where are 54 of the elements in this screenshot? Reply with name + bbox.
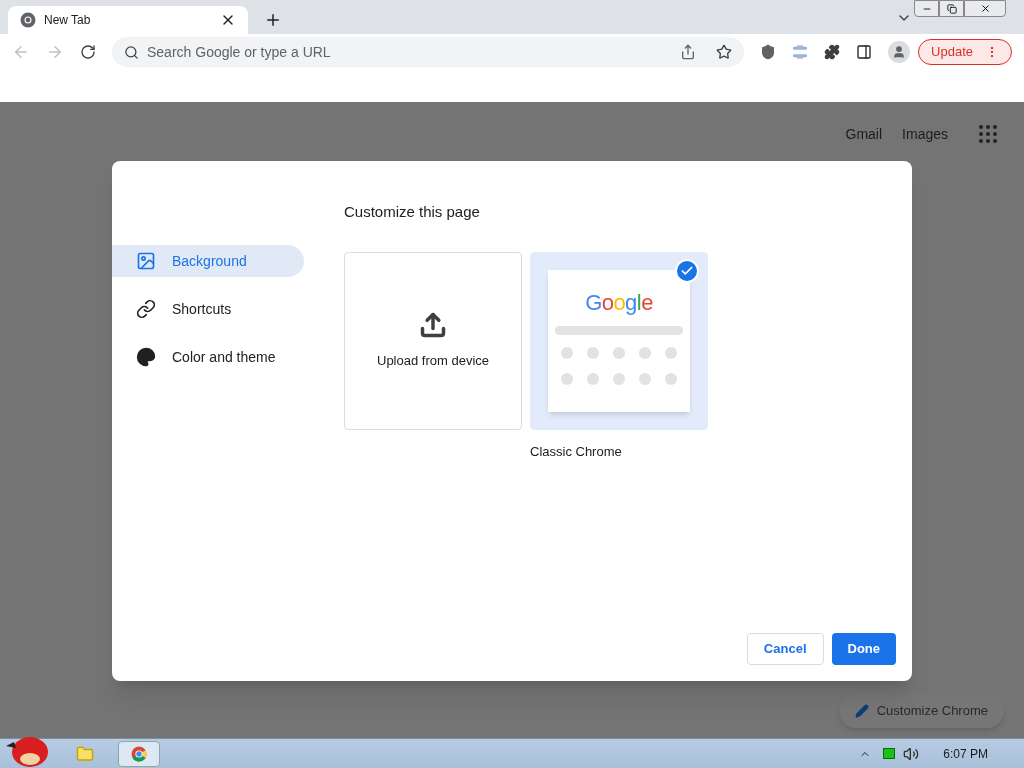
restore-icon — [946, 3, 957, 14]
upload-icon — [419, 310, 447, 339]
tile-label: Upload from device — [377, 351, 489, 370]
apps-icon[interactable] — [976, 122, 1000, 146]
volume-icon[interactable] — [903, 745, 920, 762]
search-icon — [124, 44, 139, 60]
chrome-icon — [20, 12, 36, 28]
pencil-icon — [854, 704, 869, 718]
shortcut-placeholder — [665, 372, 677, 385]
header-link[interactable]: Gmail — [845, 123, 883, 145]
theme-tile[interactable]: Google — [530, 251, 708, 430]
browser-tab[interactable]: New Tab — [8, 6, 248, 34]
link-icon — [136, 299, 156, 319]
side-panel-icon[interactable] — [856, 44, 873, 60]
menu-item[interactable]: Shortcuts — [112, 293, 304, 325]
shortcut-placeholder — [613, 346, 625, 359]
extensions-icon[interactable] — [824, 44, 841, 60]
shortcut-placeholder — [561, 346, 573, 359]
google-logo: Google — [585, 291, 653, 314]
shortcut-placeholder — [665, 346, 677, 359]
shortcut-placeholder — [639, 346, 651, 359]
shortcut-placeholder — [587, 346, 599, 359]
reload-icon[interactable] — [80, 44, 96, 60]
menu-item[interactable]: Background — [112, 245, 304, 277]
share-icon[interactable] — [680, 44, 697, 60]
image-icon — [136, 251, 156, 271]
done-button[interactable]: Done — [831, 633, 896, 665]
shortcut-placeholder — [613, 372, 625, 385]
clock[interactable]: 6:07 PM — [943, 744, 988, 763]
address-input[interactable]: Search Google or type a URL — [147, 41, 673, 63]
check-icon — [675, 258, 699, 283]
shield-icon[interactable] — [760, 44, 777, 60]
restore-button[interactable] — [939, 0, 964, 17]
address-bar[interactable]: Search Google or type a URL — [112, 37, 745, 67]
chrome-icon — [131, 745, 147, 762]
cancel-button[interactable]: Cancel — [746, 633, 824, 665]
shortcut-placeholder — [587, 372, 599, 385]
customize-chrome-button[interactable]: Customize Chrome — [838, 694, 1004, 728]
update-button[interactable]: Update — [918, 39, 1012, 65]
palette-icon — [136, 347, 156, 367]
network-icon[interactable] — [883, 748, 896, 759]
menu-item[interactable]: Color and theme — [112, 341, 304, 373]
tile-label: Classic Chrome — [530, 442, 623, 461]
upload-tile[interactable]: Upload from device — [344, 251, 522, 430]
shortcut-placeholder — [561, 372, 573, 385]
close-icon — [979, 3, 991, 14]
chrome-taskbar-button[interactable] — [118, 740, 160, 767]
dialog-title: Customize this page — [344, 202, 481, 222]
tab-title: New Tab — [44, 12, 92, 29]
header-link[interactable]: Images — [902, 123, 948, 145]
profile-icon[interactable] — [888, 41, 911, 63]
bookmark-icon[interactable] — [716, 44, 733, 60]
shortcut-placeholder — [639, 372, 651, 385]
new-tab-icon[interactable] — [264, 11, 282, 29]
